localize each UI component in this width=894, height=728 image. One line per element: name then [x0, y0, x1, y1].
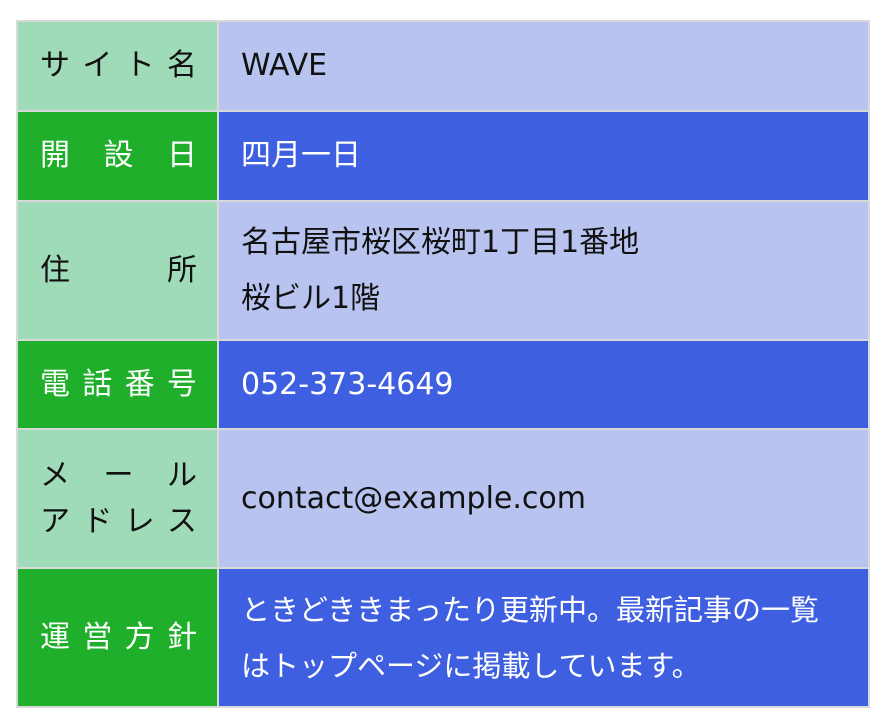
- row-policy: 運営方針 ときどききまったり更新中。最新記事の一覧 はトップページに掲載していま…: [16, 567, 870, 708]
- phone-label: 電話番号: [16, 339, 219, 430]
- row-phone: 電話番号 052-373-4649: [16, 339, 870, 430]
- opening-date-value-text: 四月一日: [241, 138, 361, 173]
- site-name-label-text: サイト名: [40, 48, 197, 83]
- policy-value: ときどききまったり更新中。最新記事の一覧 はトップページに掲載しています。: [217, 567, 870, 708]
- site-name-value-text: WAVE: [241, 48, 328, 83]
- phone-number-link[interactable]: 052-373-4649: [241, 357, 848, 413]
- opening-date-value: 四月一日: [217, 110, 870, 202]
- row-email: メール アドレス contact@example.com: [16, 428, 870, 569]
- address-line-1: 名古屋市桜区桜町1丁目1番地: [241, 224, 640, 260]
- policy-line-2: はトップページに掲載しています。: [241, 648, 701, 683]
- address-label: 住所: [16, 200, 219, 341]
- address-value: 名古屋市桜区桜町1丁目1番地 桜ビル1階: [217, 200, 870, 341]
- email-address-link[interactable]: contact@example.com: [241, 471, 848, 527]
- email-label-line-1: メール: [40, 457, 197, 493]
- address-label-text: 住所: [40, 252, 197, 288]
- site-info-table: サイト名 WAVE 開設日 四月一日 住所 名古屋市桜区桜町1丁目1番地 桜ビル…: [16, 20, 870, 708]
- email-label: メール アドレス: [16, 428, 219, 569]
- email-value: contact@example.com: [217, 428, 870, 569]
- site-name-value: WAVE: [217, 20, 870, 112]
- policy-label-text: 運営方針: [40, 619, 197, 655]
- row-site-name: サイト名 WAVE: [16, 20, 870, 112]
- opening-date-label: 開設日: [16, 110, 219, 202]
- email-label-line-2: アドレス: [40, 503, 197, 539]
- phone-value: 052-373-4649: [217, 339, 870, 430]
- opening-date-label-text: 開設日: [40, 138, 197, 173]
- site-name-label: サイト名: [16, 20, 219, 112]
- policy-label: 運営方針: [16, 567, 219, 708]
- row-address: 住所 名古屋市桜区桜町1丁目1番地 桜ビル1階: [16, 200, 870, 341]
- phone-label-text: 電話番号: [40, 366, 197, 402]
- policy-line-1: ときどききまったり更新中。最新記事の一覧: [241, 592, 819, 627]
- address-line-2: 桜ビル1階: [241, 280, 381, 316]
- row-opening-date: 開設日 四月一日: [16, 110, 870, 202]
